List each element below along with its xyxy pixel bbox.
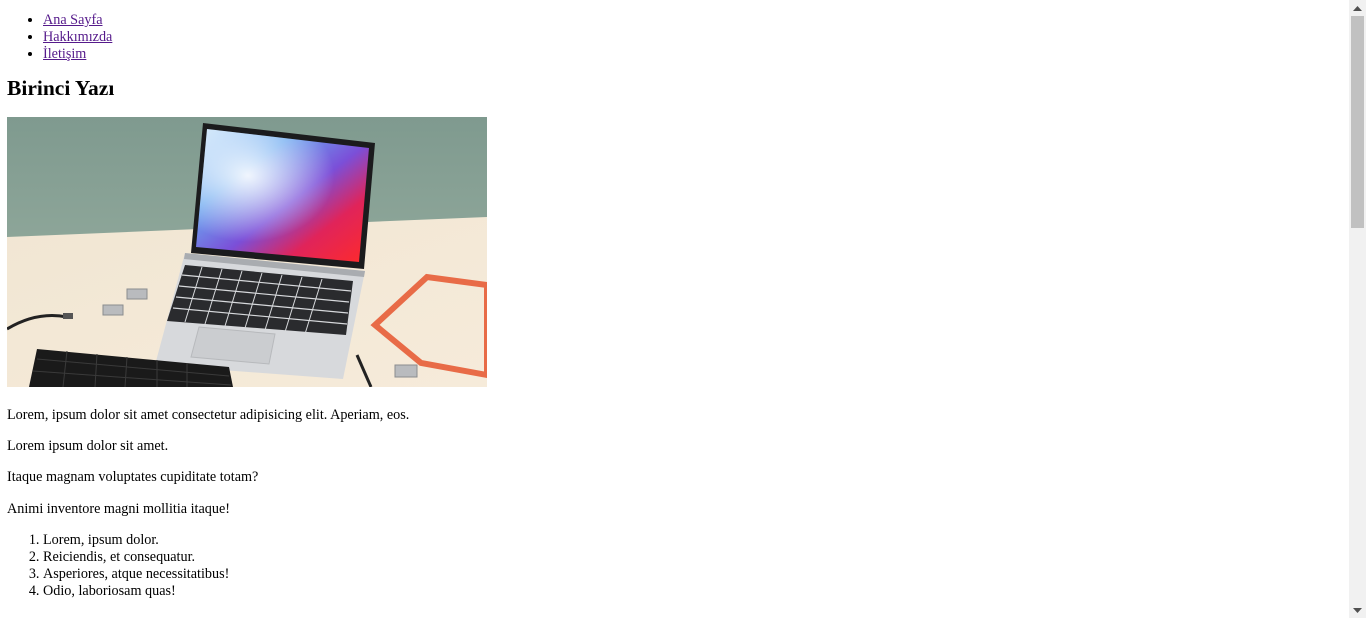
post-image — [7, 117, 487, 387]
nav-menu: Ana Sayfa Hakkımızda İletişim — [7, 0, 1342, 63]
nav-link-about[interactable]: Hakkımızda — [43, 29, 112, 45]
list-item: Lorem, ipsum dolor. — [43, 532, 1342, 549]
nav-link-home[interactable]: Ana Sayfa — [43, 12, 103, 28]
list-item: Odio, laboriosam quas! — [43, 583, 1342, 600]
post-paragraph-1: Lorem, ipsum dolor sit amet consectetur … — [7, 407, 410, 423]
post-paragraph-2: Lorem ipsum dolor sit amet. — [7, 438, 169, 454]
vertical-scrollbar[interactable] — [1349, 0, 1366, 618]
nav-item-about: Hakkımızda — [43, 29, 1342, 46]
post-title: Birinci Yazı — [7, 76, 115, 100]
post-paragraph-3: Itaque magnam voluptates cupiditate tota… — [7, 469, 259, 485]
list-item: Reiciendis, et consequatur. — [43, 549, 1342, 566]
nav-link-contact[interactable]: İletişim — [43, 46, 86, 62]
scrollbar-thumb[interactable] — [1351, 16, 1364, 228]
list-item: Asperiores, atque necessitatibus! — [43, 566, 1342, 583]
page-viewport: Ana Sayfa Hakkımızda İletişim Birinci Ya… — [0, 0, 1349, 618]
scroll-up-arrow-icon[interactable] — [1349, 0, 1366, 16]
laptop-photo-illustration — [7, 117, 487, 387]
post-paragraph-4: Animi inventore magni mollitia itaque! — [7, 501, 231, 517]
nav-item-contact: İletişim — [43, 46, 1342, 63]
scroll-down-arrow-icon[interactable] — [1349, 602, 1366, 618]
page-content: Ana Sayfa Hakkımızda İletişim Birinci Ya… — [0, 0, 1349, 600]
post-ordered-list: Lorem, ipsum dolor. Reiciendis, et conse… — [7, 532, 1342, 600]
nav-item-home: Ana Sayfa — [43, 12, 1342, 29]
